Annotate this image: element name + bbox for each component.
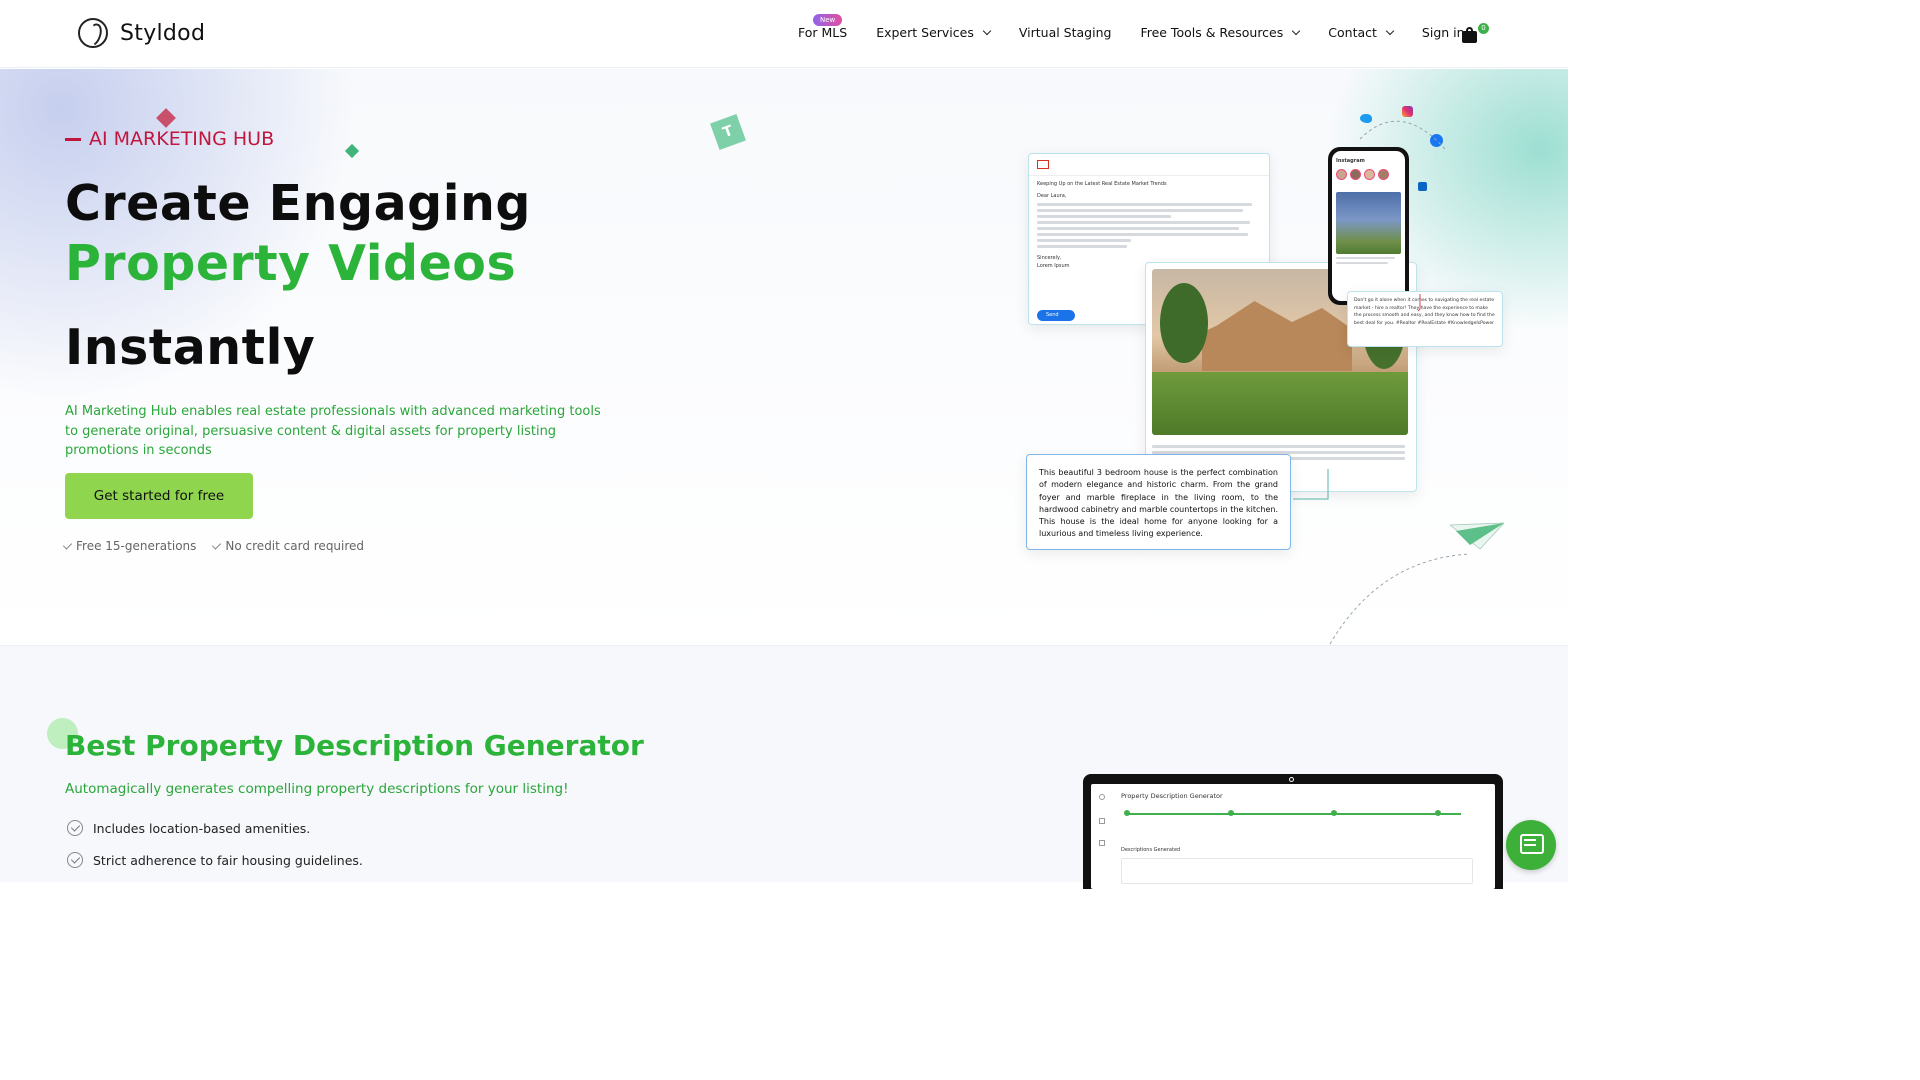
chat-button[interactable]: [1506, 820, 1556, 870]
listing-description-card: This beautiful 3 bedroom house is the pe…: [1026, 454, 1291, 550]
chevron-down-icon: [1292, 26, 1301, 35]
nav-for-mls[interactable]: New For MLS: [798, 14, 848, 40]
nav-label: Sign in: [1421, 25, 1465, 40]
nav-label: Contact: [1328, 25, 1377, 40]
nav-contact[interactable]: Contact: [1328, 25, 1395, 40]
hero-checks: Free 15-generations No credit card requi…: [62, 539, 364, 553]
hero-section: T AI MARKETING HUB Create Engaging Prope…: [0, 69, 1568, 645]
chevron-down-icon: [1385, 26, 1395, 35]
text-badge-icon: T: [710, 114, 746, 150]
email-greeting: Dear Laura,: [1037, 193, 1067, 199]
nav-virtual-staging[interactable]: Virtual Staging: [1019, 25, 1112, 40]
camera-dot-icon: [1289, 777, 1294, 782]
laptop-app-title: Property Description Generator: [1121, 792, 1223, 800]
listing-description-text: This beautiful 3 bedroom house is the pe…: [1039, 468, 1278, 539]
laptop-section-label: Descriptions Generated: [1121, 847, 1181, 853]
laptop-mockup: Property Description Generator Descripti…: [1083, 774, 1503, 889]
logo-text: Styldod: [120, 20, 206, 46]
check-icon: [212, 539, 222, 550]
hero-eyebrow: AI MARKETING HUB: [65, 128, 274, 150]
feature-item: Strict adherence to fair housing guideli…: [67, 852, 363, 868]
nav-label: For MLS: [798, 25, 848, 40]
site-header: Styldod New For MLS Expert Services Virt…: [0, 0, 1568, 68]
decorative-arcs: [1293, 120, 1471, 645]
section-title: Best Property Description Generator: [65, 729, 644, 762]
check-item: Free 15-generations: [62, 539, 196, 553]
get-started-button[interactable]: Get started for free: [65, 473, 253, 519]
check-icon: [62, 539, 73, 550]
nav-sign-in[interactable]: Sign in: [1422, 25, 1465, 40]
hero-title-line-2: Property Videos: [65, 235, 517, 292]
nav-expert-services[interactable]: Expert Services: [876, 25, 992, 40]
cart-count-badge: 0: [1478, 23, 1489, 34]
email-send-button: Send: [1037, 310, 1075, 321]
nav-label: Virtual Staging: [1018, 25, 1112, 40]
main-nav: New For MLS Expert Services Virtual Stag…: [798, 14, 1494, 40]
decorative-diamond-icon: [156, 108, 176, 128]
hero-title-line-1: Create Engaging: [65, 175, 531, 232]
logo[interactable]: Styldod: [78, 18, 205, 48]
gmail-icon: [1037, 160, 1049, 169]
nav-label: Free Tools & Resources: [1140, 25, 1284, 40]
hero-title-line-3: Instantly: [65, 319, 316, 376]
decorative-diamond-icon: [344, 143, 360, 159]
styldod-logo-icon: [78, 18, 108, 48]
email-subject: Keeping Up on the Latest Real Estate Mar…: [1037, 181, 1167, 187]
section-subtitle: Automagically generates compelling prope…: [65, 781, 569, 797]
check-item: No credit card required: [212, 539, 364, 553]
chevron-down-icon: [982, 26, 992, 35]
new-badge: New: [813, 14, 843, 26]
check-circle-icon: [67, 820, 83, 836]
feature-item: Includes location-based amenities.: [67, 820, 310, 836]
cart-button[interactable]: [1462, 27, 1477, 43]
nav-label: Expert Services: [876, 25, 974, 40]
nav-free-tools[interactable]: Free Tools & Resources: [1140, 25, 1301, 40]
paper-plane-icon: [1450, 522, 1504, 550]
email-signoff: Sincerely,: [1037, 255, 1062, 261]
hero-description: AI Marketing Hub enables real estate pro…: [65, 404, 601, 458]
description-generator-section: Best Property Description Generator Auto…: [0, 645, 1568, 889]
check-circle-icon: [67, 852, 83, 868]
